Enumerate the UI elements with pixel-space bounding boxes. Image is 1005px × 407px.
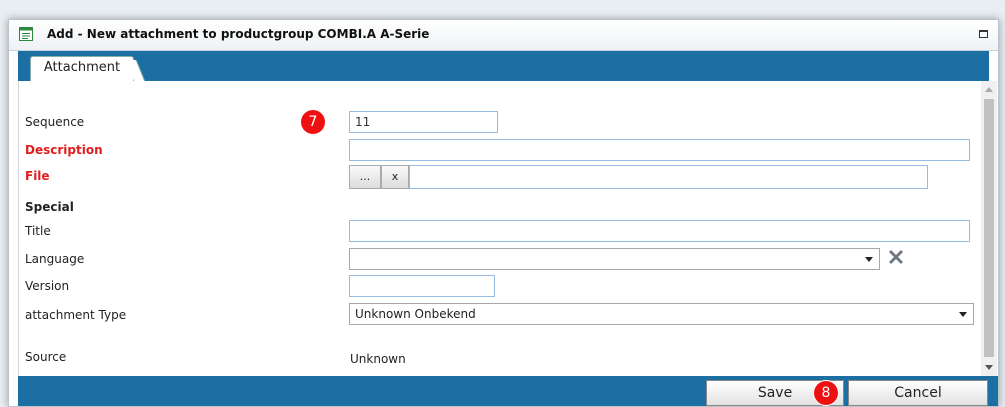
tab-bar: Attachment [18,51,989,81]
scroll-down-icon[interactable] [985,365,993,370]
attachment-dialog: Add - New attachment to productgroup COM… [8,19,999,407]
maximize-icon[interactable] [979,30,988,38]
clear-file-label: x [391,170,399,183]
form-icon [19,27,33,41]
chevron-down-icon [865,257,873,262]
sequence-input[interactable] [349,111,498,133]
version-label: Version [25,279,70,293]
chevron-down-icon [959,312,967,317]
source-value: Unknown [350,352,406,366]
language-select[interactable] [349,248,880,270]
language-label: Language [25,252,85,266]
clear-language-icon[interactable] [886,247,906,267]
cancel-button[interactable]: Cancel [848,380,988,406]
scroll-up-icon[interactable] [985,87,993,92]
cancel-button-label: Cancel [894,385,942,401]
browse-file-button[interactable]: ... [349,165,381,189]
vertical-scrollbar[interactable] [981,81,997,376]
annotation-badge-7: 7 [301,110,325,134]
dialog-footer: Save 8 Cancel [18,376,998,406]
special-heading: Special [25,200,74,214]
tab-attachment[interactable]: Attachment [30,56,134,81]
attachment-type-label: attachment Type [25,308,127,322]
annotation-badge-8: 8 [814,381,838,405]
dialog-titlebar[interactable]: Add - New attachment to productgroup COM… [9,20,998,51]
dialog-title: Add - New attachment to productgroup COM… [47,27,430,41]
attachment-type-select[interactable]: Unknown Onbekend [349,303,974,325]
file-input[interactable] [409,165,928,189]
clear-file-button[interactable]: x [381,165,409,189]
save-button-label: Save [757,385,793,401]
file-label: File [25,169,50,183]
version-input[interactable] [349,275,495,297]
title-input[interactable] [349,220,970,242]
attachment-type-value: Unknown Onbekend [355,307,476,321]
form-area: Sequence 7 Description File ... x Specia… [18,81,990,376]
browse-file-label: ... [359,170,371,183]
sequence-label: Sequence [25,115,85,129]
tab-attachment-label: Attachment [43,60,121,75]
source-label: Source [25,350,67,364]
scroll-thumb[interactable] [984,99,994,357]
description-label: Description [25,143,103,157]
title-label: Title [25,224,51,238]
description-input[interactable] [349,139,970,161]
